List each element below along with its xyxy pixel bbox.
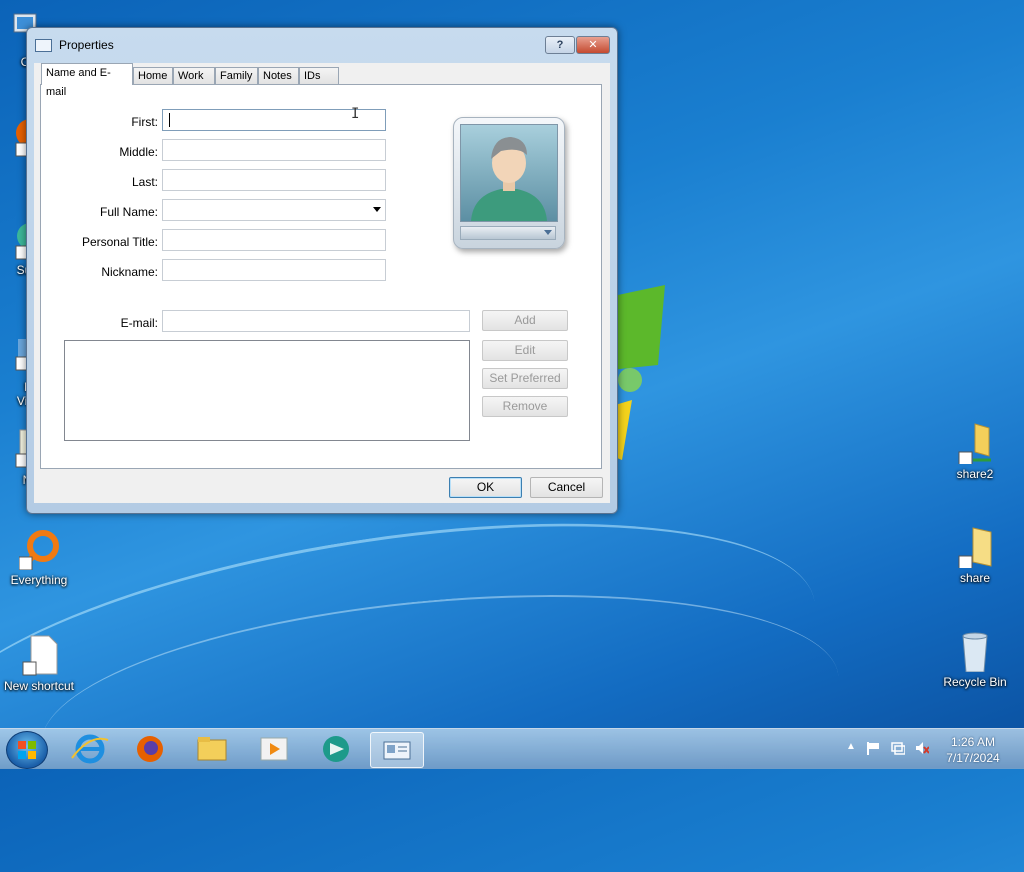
app-icon — [323, 736, 349, 762]
ok-button[interactable]: OK — [449, 477, 522, 498]
volume-muted-icon[interactable] — [915, 741, 930, 755]
dialog-client: Name and E-mail Home Work Family Notes I… — [34, 63, 610, 503]
show-hidden-icons-icon[interactable]: ▲ — [846, 741, 860, 755]
clock-date: 7/17/2024 — [946, 751, 1000, 765]
nickname-label: Nickname: — [101, 265, 158, 279]
desktop-icon-label: New shortcut — [3, 679, 75, 693]
blank-file-icon — [19, 634, 59, 676]
desktop-icon-share2[interactable]: share2 — [935, 422, 1015, 481]
taskbar-firefox[interactable] — [124, 732, 176, 766]
full-name-combobox[interactable] — [162, 199, 386, 221]
taskbar-internet-explorer[interactable] — [64, 732, 116, 766]
add-email-button[interactable]: Add — [482, 310, 568, 331]
media-player-icon — [260, 737, 288, 761]
email-label: E-mail: — [120, 316, 158, 330]
email-input[interactable] — [162, 310, 470, 332]
clock-time: 1:26 AM — [950, 735, 996, 749]
contact-card-icon — [35, 39, 52, 52]
tab-panel: First: I Middle: Last: Full Name: Person… — [40, 84, 602, 469]
taskbar-file-explorer[interactable] — [186, 732, 238, 766]
last-label: Last: — [131, 175, 158, 189]
system-clock[interactable]: 1:26 AM 7/17/2024 — [940, 734, 1006, 766]
window-title: Properties — [59, 38, 114, 52]
edit-email-button[interactable]: Edit — [482, 340, 568, 361]
desktop-icon-label: Recycle Bin — [943, 675, 1007, 689]
first-label: First: — [131, 115, 158, 129]
firefox-icon — [137, 736, 163, 762]
ibeam-cursor-icon: I — [351, 106, 360, 122]
action-center-flag-icon[interactable] — [866, 741, 880, 755]
desktop-icon-everything[interactable]: Everything — [0, 528, 79, 587]
tab-work[interactable]: Work — [173, 67, 215, 84]
contact-photo[interactable] — [453, 117, 565, 249]
taskbar-media-player[interactable] — [248, 732, 300, 766]
everything-search-icon — [18, 528, 59, 571]
email-list[interactable] — [64, 340, 470, 441]
taskbar-app[interactable] — [310, 732, 362, 766]
properties-dialog: Properties ? ✕ Name and E-mail Home Work… — [26, 27, 618, 514]
desktop-icon-label: share2 — [956, 467, 994, 481]
desktop-icon-share[interactable]: share — [935, 526, 1015, 585]
close-button[interactable]: ✕ — [576, 36, 610, 54]
tab-home[interactable]: Home — [133, 67, 173, 84]
photo-options-bar[interactable] — [460, 226, 556, 240]
taskbar-contacts[interactable] — [370, 732, 424, 768]
set-preferred-button[interactable]: Set Preferred — [482, 368, 568, 389]
desktop-icon-label: share — [959, 571, 991, 585]
contact-avatar-icon — [460, 124, 558, 222]
remove-email-button[interactable]: Remove — [482, 396, 568, 417]
tab-notes[interactable]: Notes — [258, 67, 299, 84]
desktop-icon-new-shortcut[interactable]: New shortcut — [0, 634, 79, 693]
last-name-input[interactable] — [162, 169, 386, 191]
help-button[interactable]: ? — [545, 36, 575, 54]
chevron-down-icon[interactable] — [373, 207, 381, 212]
desktop-icon-label: Everything — [10, 573, 68, 587]
personal-title-input[interactable] — [162, 229, 386, 251]
full-name-label: Full Name: — [99, 205, 158, 219]
first-name-input[interactable]: I — [162, 106, 386, 131]
personal-title-label: Personal Title: — [81, 235, 158, 249]
folder-icon — [955, 526, 995, 570]
chevron-down-icon[interactable] — [544, 230, 552, 235]
start-button[interactable] — [6, 731, 48, 769]
internet-explorer-icon — [71, 734, 109, 764]
text-caret — [169, 113, 170, 127]
middle-name-input[interactable] — [162, 139, 386, 161]
contacts-icon — [383, 741, 411, 760]
network-folder-icon — [955, 422, 995, 466]
file-explorer-icon — [197, 737, 227, 761]
tab-name-and-email[interactable]: Name and E-mail — [41, 63, 133, 98]
network-icon[interactable] — [891, 741, 906, 755]
cancel-button[interactable]: Cancel — [530, 477, 603, 498]
middle-label: Middle: — [119, 145, 158, 159]
nickname-input[interactable] — [162, 259, 386, 281]
desktop-icon-recycle-bin[interactable]: Recycle Bin — [935, 630, 1015, 689]
recycle-bin-icon — [955, 630, 995, 673]
title-bar[interactable]: Properties ? ✕ — [27, 28, 617, 58]
taskbar: ▲ 1:26 AM 7/17/2024 — [0, 728, 1024, 769]
tab-family[interactable]: Family — [215, 67, 258, 84]
windows-logo-icon — [18, 741, 36, 759]
tab-ids[interactable]: IDs — [299, 67, 339, 84]
